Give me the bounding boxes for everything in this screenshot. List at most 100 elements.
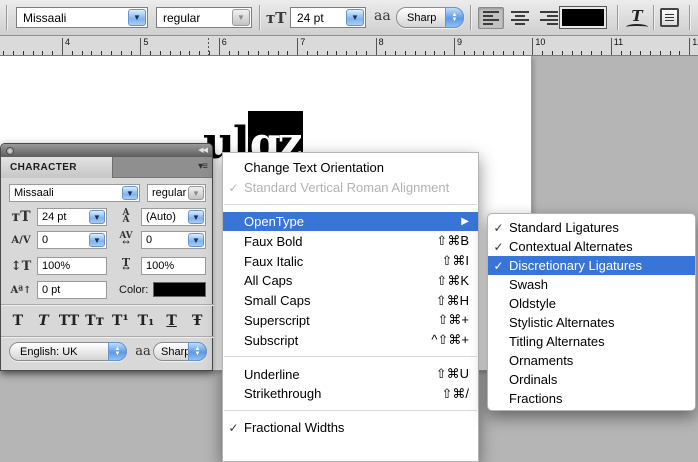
panel-menu-icon[interactable]: ▾≡ bbox=[198, 161, 207, 172]
faux-bold-button[interactable]: T bbox=[5, 310, 31, 332]
font-style-select[interactable]: regular ▼ bbox=[156, 7, 252, 28]
panel-font-family-select[interactable]: Missaali ▼ bbox=[9, 184, 140, 202]
collapse-panel-icon[interactable]: ◀◀ bbox=[198, 146, 207, 154]
menu-item-underline[interactable]: Underline⇧⌘U bbox=[223, 364, 478, 384]
submenu-item-ordinals[interactable]: Ordinals bbox=[488, 370, 695, 389]
toolbar-divider bbox=[470, 5, 471, 30]
dropdown-arrow-icon[interactable]: ▼ bbox=[128, 9, 146, 26]
submenu-item-titling-alternates[interactable]: Titling Alternates bbox=[488, 332, 695, 351]
horizontal-scale-field[interactable]: 100% bbox=[141, 257, 206, 275]
submenu-item-oldstyle[interactable]: Oldstyle bbox=[488, 294, 695, 313]
submenu-item-contextual-alternates[interactable]: ✓Contextual Alternates bbox=[488, 237, 695, 256]
panel-color-swatch[interactable] bbox=[153, 282, 206, 297]
ruler-minor-tick bbox=[327, 51, 328, 55]
dropdown-arrow-icon[interactable]: ▼ bbox=[188, 233, 204, 247]
menu-item-label: Fractional Widths bbox=[244, 420, 344, 435]
checkmark-icon: ✓ bbox=[488, 221, 509, 235]
panel-separator bbox=[1, 336, 214, 337]
menu-item-faux-bold[interactable]: Faux Bold⇧⌘B bbox=[223, 231, 478, 251]
submenu-arrow-icon: ▶ bbox=[461, 216, 469, 227]
toolbar-divider bbox=[259, 5, 260, 30]
dropdown-arrow-icon[interactable]: ▼ bbox=[122, 186, 138, 200]
submenu-item-fractions[interactable]: Fractions bbox=[488, 389, 695, 408]
vertical-scale-value: 100% bbox=[42, 260, 70, 272]
leading-field[interactable]: (Auto) ▼ bbox=[141, 208, 206, 226]
style-buttons-row: TTTTTᴛT¹T₁TŦ bbox=[5, 310, 210, 332]
align-left-button[interactable] bbox=[478, 7, 504, 29]
ruler-minor-tick bbox=[356, 51, 357, 55]
tracking-field[interactable]: 0 ▼ bbox=[141, 231, 206, 249]
submenu-item-discretionary-ligatures[interactable]: ✓Discretionary Ligatures bbox=[488, 256, 695, 275]
menu-item-subscript[interactable]: Subscript^⇧⌘+ bbox=[223, 330, 478, 350]
menu-item-small-caps[interactable]: Small Caps⇧⌘H bbox=[223, 291, 478, 311]
menu-item-label: Subscript bbox=[244, 333, 298, 348]
align-right-button[interactable] bbox=[536, 7, 562, 29]
menu-item-change-text-orientation[interactable]: Change Text Orientation bbox=[223, 158, 478, 178]
toolbar-divider bbox=[653, 5, 654, 30]
ruler-minor-tick bbox=[42, 51, 43, 55]
ruler-minor-tick bbox=[405, 51, 406, 55]
underline-button[interactable]: T bbox=[159, 310, 185, 332]
dropdown-arrow-icon[interactable]: ▼ bbox=[89, 210, 105, 224]
language-select[interactable]: English: UK ▲▼ bbox=[9, 342, 127, 361]
small-caps-button[interactable]: Tᴛ bbox=[82, 310, 108, 332]
panel-font-style-select[interactable]: regular ▼ bbox=[147, 184, 206, 202]
dropdown-arrow-icon[interactable]: ▼ bbox=[188, 210, 204, 224]
kerning-icon: A∕V bbox=[9, 231, 33, 249]
ruler-minor-tick bbox=[670, 51, 671, 55]
toggle-panels-icon[interactable] bbox=[660, 8, 679, 27]
submenu-item-standard-ligatures[interactable]: ✓Standard Ligatures bbox=[488, 218, 695, 237]
submenu-item-swash[interactable]: Swash bbox=[488, 275, 695, 294]
panel-font-size-field[interactable]: 24 pt ▼ bbox=[37, 208, 107, 226]
submenu-item-ornaments[interactable]: Ornaments bbox=[488, 351, 695, 370]
ruler-minor-tick bbox=[434, 51, 435, 55]
font-size-select[interactable]: 24 pt ▼ bbox=[290, 7, 366, 28]
menu-item-faux-italic[interactable]: Faux Italic⇧⌘I bbox=[223, 251, 478, 271]
checkmark-icon: ✓ bbox=[223, 181, 244, 195]
menu-item-superscript[interactable]: Superscript⇧⌘+ bbox=[223, 311, 478, 331]
ruler-number: 10 bbox=[535, 37, 545, 47]
menu-shortcut: ⇧⌘B bbox=[436, 233, 469, 249]
panel-anti-alias-select[interactable]: Sharp ▲▼ bbox=[153, 342, 207, 361]
strikethrough-button[interactable]: Ŧ bbox=[184, 310, 210, 332]
anti-alias-select[interactable]: Sharp ▲▼ bbox=[396, 7, 464, 28]
all-caps-button[interactable]: TT bbox=[56, 310, 82, 332]
text-color-swatch[interactable] bbox=[560, 7, 606, 28]
ruler-number: 9 bbox=[457, 37, 462, 47]
warp-text-icon[interactable]: T bbox=[626, 7, 648, 29]
menu-shortcut: ⇧⌘+ bbox=[438, 312, 469, 328]
superscript-button[interactable]: T¹ bbox=[108, 310, 134, 332]
ruler-minor-tick bbox=[572, 51, 573, 55]
menu-item-strikethrough[interactable]: Strikethrough⇧⌘/ bbox=[223, 384, 478, 404]
menu-item-label: Standard Ligatures bbox=[509, 220, 619, 235]
ruler-minor-tick bbox=[199, 51, 200, 55]
menu-item-fractional-widths[interactable]: ✓Fractional Widths bbox=[223, 418, 478, 438]
ruler-minor-tick bbox=[503, 51, 504, 55]
panel-titlebar[interactable]: ◀◀ bbox=[1, 144, 212, 157]
dropdown-arrow-icon[interactable]: ▼ bbox=[89, 233, 105, 247]
font-size-value: 24 pt bbox=[297, 11, 324, 25]
menu-shortcut: ⇧⌘/ bbox=[441, 386, 469, 402]
baseline-shift-value: 0 pt bbox=[42, 284, 60, 296]
submenu-item-stylistic-alternates[interactable]: Stylistic Alternates bbox=[488, 313, 695, 332]
baseline-shift-field[interactable]: 0 pt bbox=[37, 281, 107, 299]
tracking-icon: AV↔ bbox=[113, 231, 139, 249]
subscript-button[interactable]: T₁ bbox=[133, 310, 159, 332]
align-center-button[interactable] bbox=[507, 7, 533, 29]
font-family-select[interactable]: Missaali ▼ bbox=[16, 7, 148, 28]
vertical-scale-field[interactable]: 100% bbox=[37, 257, 107, 275]
checkmark-icon: ✓ bbox=[488, 259, 509, 273]
ruler-minor-tick bbox=[33, 51, 34, 55]
ruler-minor-tick bbox=[591, 51, 592, 55]
menu-item-standard-vertical-roman-alignment: ✓Standard Vertical Roman Alignment bbox=[223, 178, 478, 198]
tab-character[interactable]: CHARACTER bbox=[1, 157, 113, 178]
ruler-minor-tick bbox=[248, 51, 249, 55]
dropdown-arrow-icon: ▼ bbox=[188, 186, 204, 200]
faux-italic-button[interactable]: T bbox=[31, 310, 57, 332]
menu-item-opentype[interactable]: OpenType▶ bbox=[223, 212, 478, 232]
baseline-shift-icon: Aª↑ bbox=[9, 281, 33, 299]
kerning-field[interactable]: 0 ▼ bbox=[37, 231, 107, 249]
dropdown-arrow-icon[interactable]: ▼ bbox=[346, 9, 364, 26]
panel-close-button[interactable] bbox=[6, 147, 14, 155]
menu-item-all-caps[interactable]: All Caps⇧⌘K bbox=[223, 271, 478, 291]
